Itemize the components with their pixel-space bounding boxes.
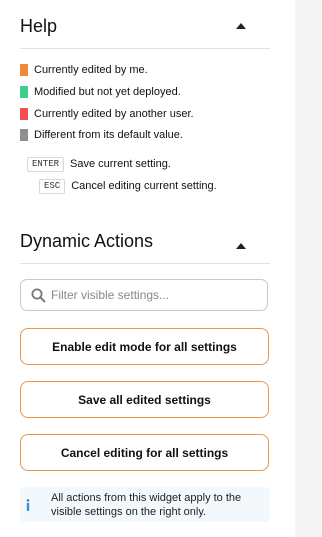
legend-item-modified: Modified but not yet deployed. — [20, 84, 181, 100]
actions-divider — [20, 263, 270, 264]
green-swatch-icon — [20, 86, 28, 98]
gray-swatch-icon — [20, 129, 28, 141]
actions-title: Dynamic Actions — [20, 231, 154, 251]
legend-label: Currently edited by another user. — [34, 108, 194, 120]
info-icon — [26, 499, 30, 511]
legend-item-non-default: Different from its default value. — [20, 127, 183, 143]
legend-item-edited-by-other: Currently edited by another user. — [20, 106, 194, 122]
shortcut-enter: ENTER Save current setting. — [27, 156, 171, 172]
info-note: All actions from this widget apply to th… — [20, 487, 270, 522]
filter-settings-search[interactable] — [20, 279, 268, 311]
legend-label: Currently edited by me. — [34, 64, 148, 76]
enter-key: ENTER — [27, 156, 65, 172]
info-text: All actions from this widget apply to th… — [51, 492, 242, 518]
orange-swatch-icon — [20, 64, 28, 76]
esc-key: ESC — [39, 178, 66, 194]
legend-label: Modified but not yet deployed. — [34, 86, 181, 98]
legend-item-edited-by-me: Currently edited by me. — [20, 62, 148, 78]
search-icon — [31, 288, 46, 303]
collapse-actions-chevron-up-icon[interactable] — [236, 243, 246, 249]
cancel-all-button[interactable]: Cancel editing for all settings — [20, 434, 269, 471]
content-area-edge — [295, 0, 322, 537]
help-divider — [20, 48, 270, 49]
legend-label: Different from its default value. — [34, 129, 183, 141]
collapse-help-chevron-up-icon[interactable] — [236, 23, 246, 29]
settings-sidebar: Help Currently edited by me. Modified bu… — [0, 0, 295, 537]
shortcut-esc: ESC Cancel editing current setting. — [39, 178, 217, 194]
shortcut-label: Cancel editing current setting. — [71, 180, 217, 192]
enable-edit-mode-button[interactable]: Enable edit mode for all settings — [20, 328, 269, 365]
red-swatch-icon — [20, 108, 28, 120]
save-all-button[interactable]: Save all edited settings — [20, 381, 269, 418]
shortcut-label: Save current setting. — [70, 158, 171, 170]
filter-settings-input[interactable] — [51, 285, 261, 305]
help-title: Help — [20, 16, 58, 36]
actions-section-header: Dynamic Actions — [20, 231, 270, 259]
help-section-header: Help — [20, 16, 270, 44]
